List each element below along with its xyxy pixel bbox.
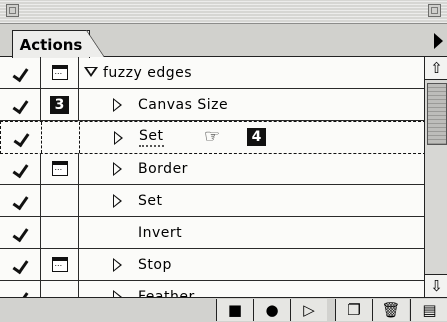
action-step-label: Feather <box>138 288 195 298</box>
dialog-toggle-cell[interactable] <box>41 249 79 280</box>
collapsed-triangle-icon[interactable] <box>114 131 123 145</box>
action-step-label: Canvas Size <box>138 96 229 113</box>
action-step-row[interactable]: Set <box>0 185 424 217</box>
collapsed-triangle-icon[interactable] <box>113 162 122 176</box>
action-toolbar: ■ ● ▷ ❐ 🗑 ▤ <box>0 297 447 322</box>
checkmark-icon[interactable] <box>15 225 29 241</box>
vertical-scrollbar[interactable]: ⇧ ⇩ <box>424 57 447 297</box>
checkmark-icon[interactable] <box>15 97 29 113</box>
callout-badge: 4 <box>247 128 266 146</box>
action-step-row[interactable]: Border <box>0 153 424 185</box>
resize-corner-icon[interactable]: ▤ <box>410 299 447 321</box>
checkmark-icon[interactable] <box>15 193 29 209</box>
action-step-row[interactable]: Stop <box>0 249 424 281</box>
stop-icon[interactable]: ■ <box>216 299 253 321</box>
dialog-icon[interactable] <box>51 161 68 176</box>
tab-actions-label: Actions <box>19 35 83 54</box>
scroll-down-arrow-icon[interactable]: ⇩ <box>425 274 447 297</box>
action-step-row[interactable]: 3 Canvas Size <box>0 89 424 121</box>
grab-hand-cursor-icon: ☞ <box>204 126 221 147</box>
actions-palette: Actions fuzzy edges 3 Canvas Size Set ☞ … <box>0 0 447 322</box>
checkmark-icon[interactable] <box>15 257 29 273</box>
palette-menu-arrow-icon[interactable] <box>434 33 443 49</box>
trash-icon[interactable]: 🗑 <box>372 299 409 321</box>
new-action-icon[interactable]: ❐ <box>335 299 372 321</box>
checkmark-icon[interactable] <box>16 130 30 146</box>
collapse-box-icon[interactable] <box>428 4 441 17</box>
toggle-item-cell[interactable] <box>4 153 41 184</box>
scroll-up-arrow-icon[interactable]: ⇧ <box>425 57 447 80</box>
dialog-toggle-cell[interactable] <box>41 57 79 88</box>
palette-title-bar[interactable] <box>0 0 447 24</box>
actions-list: fuzzy edges 3 Canvas Size Set ☞ 4 Border <box>0 57 424 297</box>
checkmark-icon[interactable] <box>15 65 29 81</box>
expand-triangle-icon[interactable] <box>84 67 98 77</box>
collapsed-triangle-icon[interactable] <box>113 194 122 208</box>
collapsed-triangle-icon[interactable] <box>113 98 122 112</box>
toggle-item-cell[interactable] <box>4 217 41 248</box>
dialog-toggle-cell[interactable] <box>41 281 79 297</box>
scroll-thumb[interactable] <box>427 83 447 145</box>
toggle-item-cell[interactable] <box>4 281 41 297</box>
toggle-item-cell[interactable] <box>5 122 42 153</box>
action-set-label: fuzzy edges <box>103 64 193 81</box>
action-step-label: Set <box>138 192 163 209</box>
action-step-label: Invert <box>138 224 183 241</box>
dialog-toggle-cell[interactable] <box>41 217 79 248</box>
collapsed-triangle-icon[interactable] <box>113 290 122 297</box>
dialog-icon[interactable] <box>51 65 68 80</box>
tab-row: Actions <box>0 24 447 58</box>
action-step-label: Set <box>139 128 164 147</box>
close-box-icon[interactable] <box>6 4 19 17</box>
dialog-toggle-cell[interactable] <box>41 185 79 216</box>
dialog-toggle-cell[interactable] <box>42 122 80 153</box>
action-step-label-wrap: Set <box>139 122 164 153</box>
action-step-label: Stop <box>138 256 172 273</box>
record-icon[interactable]: ● <box>253 299 290 321</box>
dialog-toggle-cell[interactable] <box>41 153 79 184</box>
checkmark-icon[interactable] <box>15 289 29 298</box>
toggle-item-cell[interactable] <box>4 57 41 88</box>
dialog-toggle-cell[interactable]: 3 <box>41 89 79 120</box>
dialog-icon[interactable] <box>51 257 68 272</box>
action-step-row[interactable]: Feather <box>0 281 424 297</box>
toggle-item-cell[interactable] <box>4 249 41 280</box>
tab-actions[interactable]: Actions <box>12 30 90 58</box>
action-step-label: Border <box>138 160 188 177</box>
toggle-item-cell[interactable] <box>4 89 41 120</box>
toggle-item-cell[interactable] <box>4 185 41 216</box>
action-set-row[interactable]: fuzzy edges <box>0 57 424 89</box>
action-step-row-dragging[interactable]: Set ☞ 4 <box>0 121 424 154</box>
collapsed-triangle-icon[interactable] <box>113 258 122 272</box>
callout-badge: 3 <box>50 95 69 114</box>
tab-edge <box>86 30 104 57</box>
checkmark-icon[interactable] <box>15 161 29 177</box>
action-step-row[interactable]: Invert <box>0 217 424 249</box>
play-icon[interactable]: ▷ <box>290 299 327 321</box>
